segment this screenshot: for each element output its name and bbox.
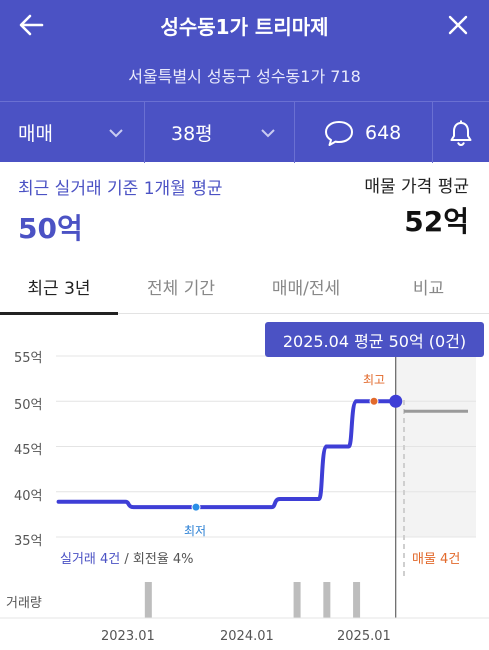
y-tick-label: 55억 [14,351,43,366]
volume-bar [144,582,152,618]
y-tick-label: 50억 [14,398,43,413]
y-tick-label: 45억 [14,443,43,458]
x-tick-label: 2023.01 [101,629,155,644]
cursor-dot [389,394,403,408]
y-tick-label: 40억 [14,489,43,504]
low-marker-label: 최저 [184,524,207,538]
high-marker-label: 최고 [363,373,386,387]
volume-bar [353,582,361,618]
trade-count: 실거래 4건 [60,552,121,567]
listing-count: 매물 4건 [412,552,461,567]
chart-tooltip: 2025.04 평균 50억 (0건) [265,322,484,357]
low-marker-dot [191,502,201,512]
high-marker-dot [369,396,379,406]
volume-bar [293,582,301,618]
x-tick-label: 2024.01 [220,629,274,644]
volume-label: 거래량 [6,596,42,611]
trade-count-summary: 실거래 4건 / 회전율 4% [60,548,194,567]
y-tick-label: 35억 [14,534,43,549]
x-tick-label: 2025.01 [337,629,391,644]
turnover-rate: / 회전율 4% [120,552,194,567]
volume-bar [323,582,331,618]
